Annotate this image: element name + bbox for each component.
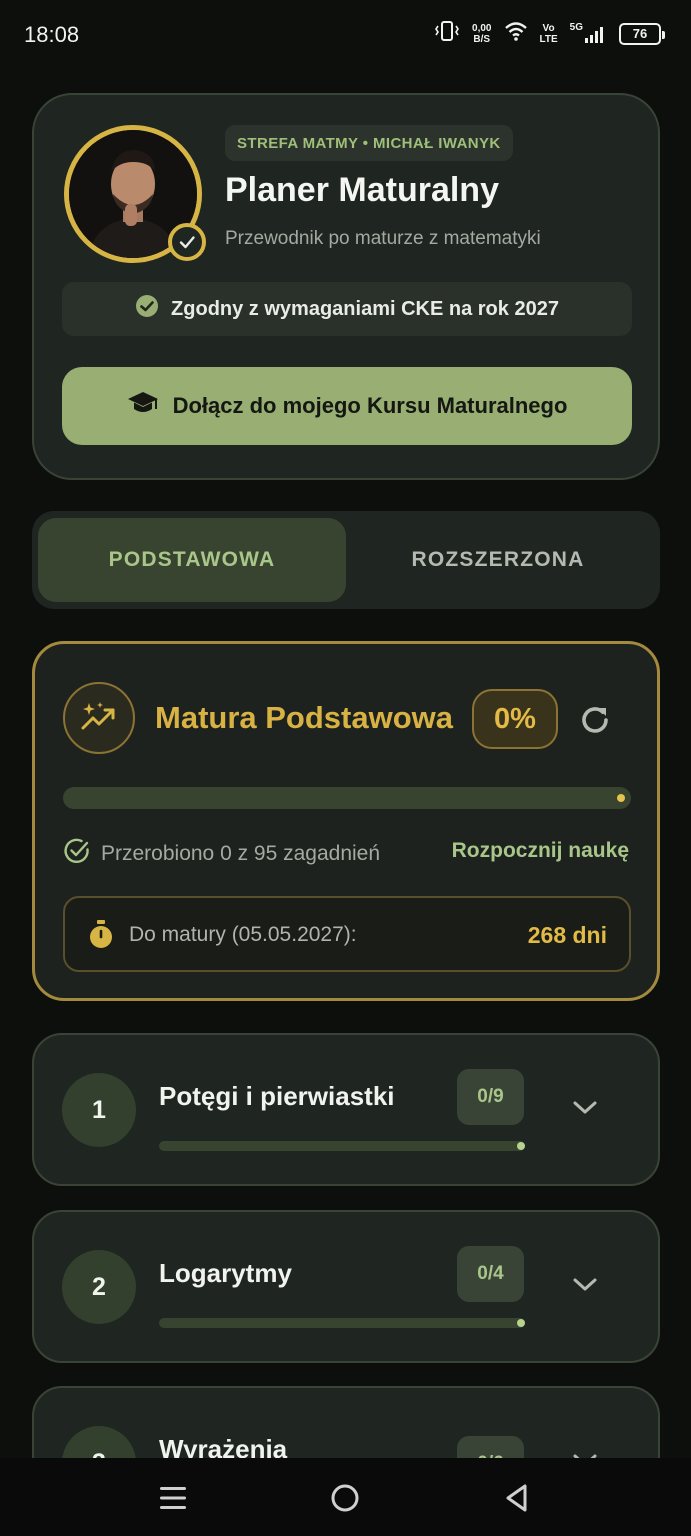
home-icon[interactable] (325, 1478, 365, 1518)
topic-progress-end-dot (517, 1142, 525, 1150)
brand-chip: STREFA MATMY • MICHAŁ IWANYK (225, 125, 513, 161)
topic-progress-bar (159, 1318, 525, 1328)
join-course-button[interactable]: Dołącz do mojego Kursu Maturalnego (62, 367, 632, 445)
progress-card: Matura Podstawowa 0% Przerobiono 0 z 95 … (32, 641, 660, 1001)
system-nav-bar (0, 1458, 691, 1536)
progress-title: Matura Podstawowa (155, 700, 453, 735)
progress-end-dot (617, 794, 625, 802)
join-course-label: Dołącz do mojego Kursu Maturalnego (172, 393, 568, 418)
done-summary: Przerobiono 0 z 95 zagadnień (63, 837, 380, 871)
check-circle-icon (168, 223, 206, 261)
network-type: 5G (569, 21, 583, 33)
topic-count-badge: 0/4 (457, 1246, 524, 1302)
topic-card-logarytmy[interactable]: 2 Logarytmy 0/4 (32, 1210, 660, 1363)
header-card: STREFA MATMY • MICHAŁ IWANYK Planer Matu… (32, 93, 660, 480)
cke-notice: Zgodny z wymaganiami CKE na rok 2027 (62, 282, 632, 336)
wifi-icon (504, 21, 528, 46)
status-time: 18:08 (24, 22, 80, 47)
menu-icon[interactable] (153, 1478, 193, 1518)
check-circle-outline-icon (63, 837, 91, 871)
battery-indicator: 76 (619, 22, 665, 45)
avatar-wrap (64, 125, 206, 263)
chevron-down-icon[interactable] (570, 1270, 600, 1300)
status-icons: 0,00 B/S Vo LTE 5G 76 (434, 20, 665, 47)
vibrate-icon (434, 20, 460, 47)
done-summary-text: Przerobiono 0 z 95 zagadnień (101, 842, 381, 865)
start-learning-link[interactable]: Rozpocznij naukę (452, 839, 629, 863)
net-speed-value: 0,00 (472, 22, 492, 34)
topic-progress-end-dot (517, 1319, 525, 1327)
countdown-label: Do matury (05.05.2027): (129, 923, 357, 946)
status-bar: 18:08 0,00 B/S Vo LTE 5G 76 (0, 0, 691, 70)
volte-indicator: Vo LTE (540, 23, 558, 45)
volte-top: Vo (542, 22, 555, 34)
topic-progress-bar (159, 1141, 525, 1151)
topic-number: 1 (62, 1073, 136, 1147)
volte-bottom: LTE (539, 33, 558, 45)
trending-sparkle-icon (63, 682, 135, 754)
net-speed-unit: B/S (473, 33, 491, 45)
topic-title: Potęgi i pierwiastki (159, 1081, 395, 1111)
cke-notice-text: Zgodny z wymaganiami CKE na rok 2027 (171, 297, 559, 320)
signal-bars-icon (585, 26, 603, 43)
exam-countdown: Do matury (05.05.2027): 268 dni (63, 896, 631, 972)
check-circle-filled-icon (135, 294, 159, 324)
level-tabs: PODSTAWOWA ROZSZERZONA (32, 511, 660, 609)
graduation-cap-icon (127, 390, 159, 422)
progress-percent: 0% (472, 689, 558, 749)
topic-card-potegi[interactable]: 1 Potęgi i pierwiastki 0/9 (32, 1033, 660, 1186)
app-title: Planer Maturalny (225, 171, 499, 209)
signal-indicator: 5G (569, 21, 607, 43)
back-icon[interactable] (497, 1478, 537, 1518)
refresh-icon[interactable] (575, 700, 615, 740)
chevron-down-icon[interactable] (570, 1093, 600, 1123)
app-subtitle: Przewodnik po maturze z matematyki (225, 228, 541, 249)
countdown-value: 268 dni (527, 922, 607, 948)
topic-title: Logarytmy (159, 1258, 292, 1288)
topic-count-badge: 0/9 (457, 1069, 524, 1125)
tab-rozszerzona[interactable]: ROZSZERZONA (344, 518, 652, 602)
stopwatch-icon (87, 920, 115, 955)
topic-number: 2 (62, 1250, 136, 1324)
app-screen: 18:08 0,00 B/S Vo LTE 5G 76 STREFA MATMY… (0, 0, 691, 1536)
battery-level: 76 (632, 26, 648, 41)
net-speed: 0,00 B/S (472, 23, 491, 45)
overall-progress-bar (63, 787, 631, 809)
tab-podstawowa[interactable]: PODSTAWOWA (38, 518, 346, 602)
